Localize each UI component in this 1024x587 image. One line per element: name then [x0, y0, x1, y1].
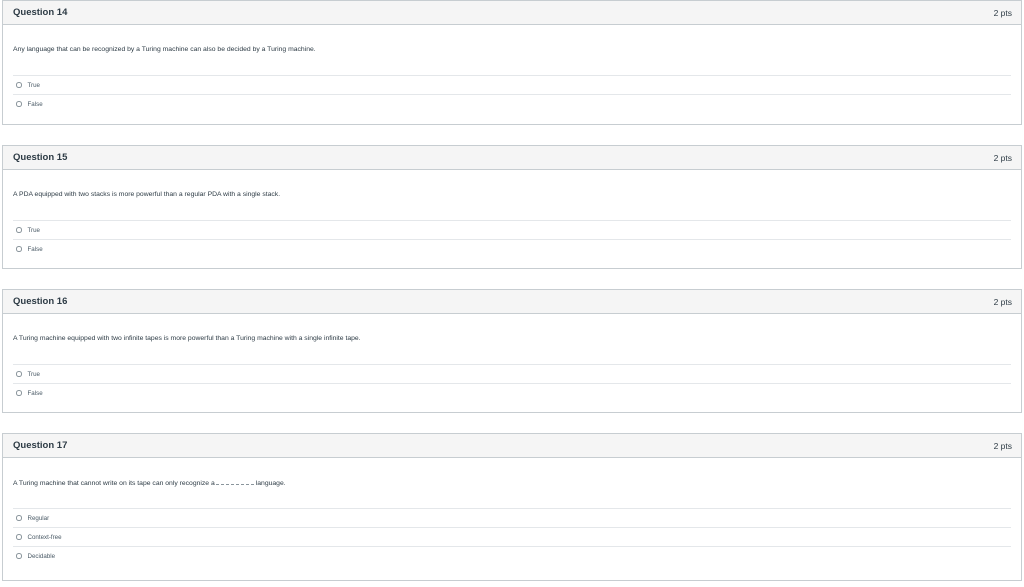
question-header: Question 14 2 pts: [3, 1, 1021, 25]
answer-option-false[interactable]: False: [13, 383, 1011, 402]
fill-in-blank: [215, 479, 254, 485]
question-card-14: Question 14 2 pts Any language that can …: [2, 0, 1022, 125]
question-card-16: Question 16 2 pts A Turing machine equip…: [2, 289, 1022, 413]
answer-option-true[interactable]: True: [13, 75, 1011, 94]
radio-button-icon[interactable]: [16, 390, 22, 396]
answer-label: True: [27, 370, 41, 378]
answer-list: True False: [13, 364, 1011, 402]
question-title: Question 16: [13, 296, 68, 307]
radio-button-icon[interactable]: [16, 101, 22, 107]
question-text: Any language that can be recognized by a…: [13, 46, 316, 53]
radio-button-icon[interactable]: [16, 553, 22, 559]
answer-label: Regular: [27, 514, 50, 522]
question-points: 2 pts: [993, 152, 1012, 163]
radio-button-icon[interactable]: [16, 227, 22, 233]
radio-button-icon[interactable]: [16, 515, 22, 521]
answer-label: True: [27, 81, 41, 89]
answer-list: True False: [13, 220, 1011, 258]
answer-list: Regular Context-free Decidable: [13, 508, 1011, 565]
radio-button-icon[interactable]: [16, 534, 22, 540]
answer-list: True False: [13, 75, 1011, 113]
answer-label: Decidable: [27, 552, 56, 560]
question-title: Question 14: [13, 7, 68, 18]
question-card-17: Question 17 2 pts A Turing machine that …: [2, 433, 1022, 581]
answer-option-false[interactable]: False: [13, 94, 1011, 113]
answer-label: False: [27, 389, 43, 397]
question-title: Question 15: [13, 152, 68, 163]
question-card-15: Question 15 2 pts A PDA equipped with tw…: [2, 145, 1022, 269]
answer-option-true[interactable]: True: [13, 220, 1011, 239]
answer-option-regular[interactable]: Regular: [13, 508, 1011, 527]
answer-label: False: [27, 100, 43, 108]
answer-option-false[interactable]: False: [13, 239, 1011, 258]
radio-button-icon[interactable]: [16, 246, 22, 252]
radio-button-icon[interactable]: [16, 371, 22, 377]
answer-option-true[interactable]: True: [13, 364, 1011, 383]
answer-label: False: [27, 245, 43, 253]
question-text: A PDA equipped with two stacks is more p…: [13, 191, 281, 198]
radio-button-icon[interactable]: [16, 82, 22, 88]
question-header: Question 16 2 pts: [3, 290, 1021, 314]
answer-option-context-free[interactable]: Context-free: [13, 527, 1011, 546]
question-text: A Turing machine equipped with two infin…: [13, 335, 361, 342]
answer-label: Context-free: [27, 533, 62, 541]
question-points: 2 pts: [993, 296, 1012, 307]
question-header: Question 15 2 pts: [3, 146, 1021, 170]
question-points: 2 pts: [993, 440, 1012, 451]
question-title: Question 17: [13, 440, 68, 451]
answer-option-decidable[interactable]: Decidable: [13, 546, 1011, 565]
question-header: Question 17 2 pts: [3, 434, 1021, 458]
question-points: 2 pts: [993, 7, 1012, 18]
question-text-before-blank: A Turing machine that cannot write on it…: [13, 480, 215, 487]
question-text: A Turing machine that cannot write on it…: [3, 479, 296, 487]
answer-label: True: [27, 226, 41, 234]
question-text-after-blank: language.: [255, 480, 286, 487]
